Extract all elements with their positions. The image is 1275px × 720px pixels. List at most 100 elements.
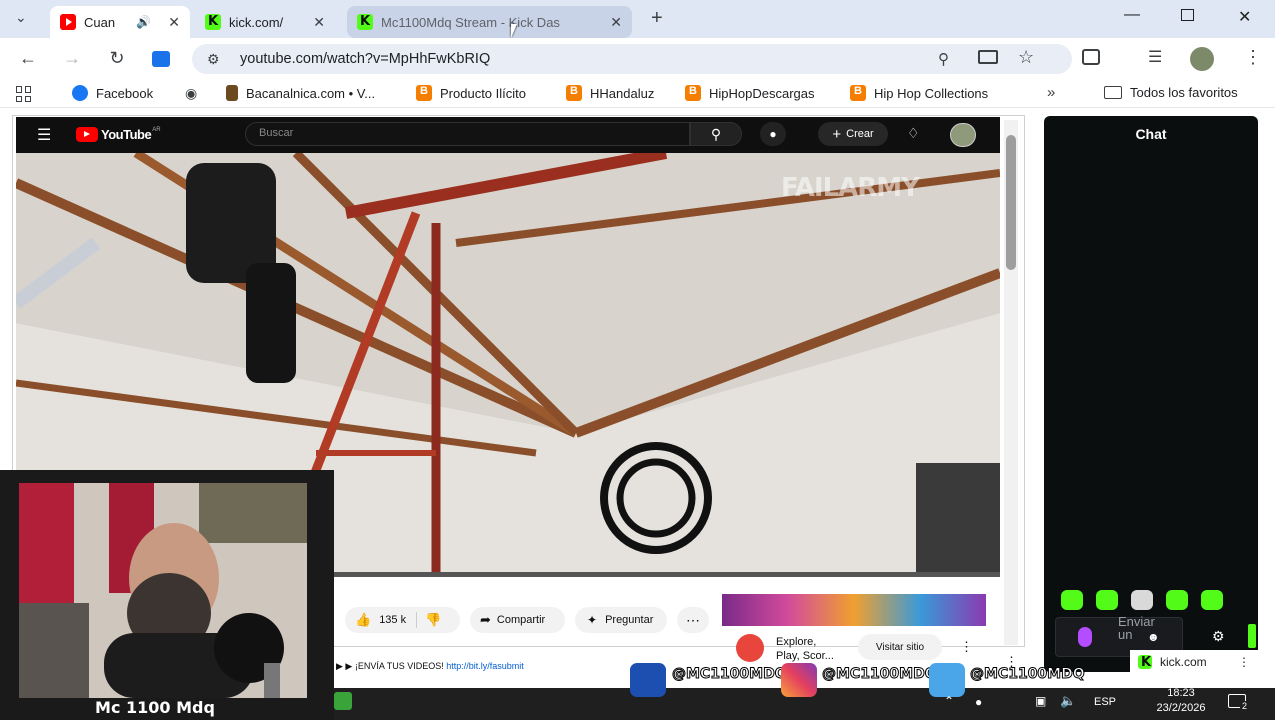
blogger-icon xyxy=(685,85,701,101)
youtube-search-input[interactable] xyxy=(245,122,690,146)
share-label: Compartir xyxy=(496,614,546,626)
all-bookmarks-folder[interactable]: Todos los favoritos xyxy=(1104,85,1238,100)
mic-button[interactable]: ● xyxy=(760,122,786,146)
tab-kick[interactable]: kick.com/ ✕ xyxy=(195,6,335,38)
youtube-logo[interactable]: YouTube AR xyxy=(76,127,161,142)
bookmark-bacanalnica[interactable]: Bacanalnica.com • V... xyxy=(226,85,375,101)
search-button[interactable]: ⚲ xyxy=(690,122,742,146)
close-icon[interactable]: ✕ xyxy=(168,14,180,31)
tab-youtube[interactable]: Cuan 🔊 ✕ xyxy=(50,6,190,38)
new-tab-button[interactable]: + xyxy=(651,7,663,30)
tab-strip xyxy=(0,0,1275,38)
restore-button[interactable] xyxy=(1181,9,1194,21)
emote-icon[interactable] xyxy=(1131,590,1153,610)
network-icon[interactable]: ▣ xyxy=(1035,694,1046,708)
bookmark-producto-ilicito[interactable]: Producto Ilícito xyxy=(416,85,526,101)
hamburger-icon[interactable]: ☰ xyxy=(37,125,51,145)
emote-icon[interactable] xyxy=(1061,590,1083,610)
apps-icon[interactable] xyxy=(16,86,32,102)
webcam-feed xyxy=(19,483,307,698)
more-bookmarks-icon[interactable]: » xyxy=(1047,84,1055,101)
kick-icon xyxy=(357,14,373,30)
minimize-button[interactable]: — xyxy=(1124,6,1140,24)
scrollbar-thumb[interactable] xyxy=(1006,135,1016,270)
tab-kick-dashboard[interactable]: Mc1100Mdq Stream - Kick Das ✕ xyxy=(347,6,632,38)
emote-icon[interactable] xyxy=(1096,590,1118,610)
bookmark-label: Facebook xyxy=(96,85,154,101)
like-count[interactable]: 135 k xyxy=(379,614,406,626)
bookmark-facebook[interactable]: Facebook xyxy=(72,85,153,101)
bookmark-label: Bacanalnica.com • V... xyxy=(246,85,376,101)
install-icon[interactable] xyxy=(978,50,998,64)
emote-icon[interactable] xyxy=(1166,590,1188,610)
emoji-icon[interactable]: ☻ xyxy=(1147,630,1160,644)
taskbar-app-icon[interactable] xyxy=(334,692,352,710)
ad-menu-icon[interactable]: ⋮ xyxy=(960,639,973,655)
share-button[interactable]: ➦ Compartir xyxy=(470,607,565,633)
description-text: ▶ ▶ ¡ENVÍA TUS VIDEOS! xyxy=(336,661,444,671)
speaker-icon[interactable]: 🔊 xyxy=(136,15,151,29)
bookmark-label: Hip Hop Collections xyxy=(874,85,989,101)
ad-line-2: Play, Scor... xyxy=(776,650,834,662)
clock[interactable]: 18:23 23/2/2026 xyxy=(1146,686,1216,716)
tab-search-icon[interactable]: ⌄ xyxy=(15,9,27,26)
bell-icon[interactable]: ♢ xyxy=(907,125,920,142)
streamer-name: Mc 1100 Mdq xyxy=(95,698,215,717)
bookmark-hhandaluz[interactable]: HHandaluz xyxy=(566,85,654,101)
blogger-icon xyxy=(850,85,866,101)
like-icon[interactable]: 👍 xyxy=(355,612,371,628)
extension-icon[interactable] xyxy=(152,51,170,67)
notifications-count: 2 xyxy=(1240,701,1250,711)
description-link[interactable]: http://bit.ly/fasubmit xyxy=(446,661,524,671)
more-icon[interactable]: ⋮ xyxy=(1238,655,1250,669)
search-icon: ⚲ xyxy=(710,126,722,142)
ad-text[interactable]: Explore, Play, Scor... xyxy=(776,635,834,663)
mouse-cursor-icon xyxy=(511,24,523,38)
settings-icon[interactable]: ⚙ xyxy=(1212,628,1225,645)
twitter-icon xyxy=(929,663,965,697)
create-button[interactable]: + Crear xyxy=(818,122,888,146)
bookmark-label: HipHopDescargas xyxy=(709,85,815,101)
ad-banner-image[interactable] xyxy=(722,594,986,626)
site-info-icon[interactable]: ⚙ xyxy=(207,51,220,68)
mic-icon: ● xyxy=(769,127,777,141)
video-progress-bar[interactable] xyxy=(333,572,1000,577)
close-window-button[interactable]: ✕ xyxy=(1238,7,1251,27)
close-icon[interactable]: ✕ xyxy=(313,14,325,31)
emote-icon[interactable] xyxy=(1201,590,1223,610)
dislike-icon[interactable]: 👎 xyxy=(425,612,441,628)
avatar[interactable] xyxy=(950,123,976,147)
media-control-icon[interactable]: ☰ xyxy=(1148,47,1162,67)
folder-icon xyxy=(1104,86,1122,99)
volume-icon[interactable]: 🔈 xyxy=(1060,693,1076,709)
avatar[interactable] xyxy=(1190,47,1214,71)
all-bookmarks-label: Todos los favoritos xyxy=(1130,85,1238,100)
search-placeholder: Buscar xyxy=(259,127,294,139)
mic-tray-icon[interactable]: ● xyxy=(975,695,982,709)
reload-icon[interactable]: ↻ xyxy=(105,48,129,69)
ad-logo[interactable] xyxy=(736,634,764,662)
tray-arrow-icon[interactable]: ⌃ xyxy=(944,694,954,708)
menu-icon[interactable]: ⋮ xyxy=(1244,47,1262,68)
social-handle-twitter: @MC1100MDQ xyxy=(970,666,1086,683)
extensions-icon[interactable] xyxy=(1082,49,1100,65)
bookmark-hiphopdescargas[interactable]: HipHopDescargas xyxy=(685,85,815,101)
share-icon: ➦ xyxy=(480,612,491,627)
language-indicator[interactable]: ESP xyxy=(1094,696,1116,708)
visit-site-button[interactable]: Visitar sitio xyxy=(858,634,942,660)
back-icon[interactable]: ← xyxy=(16,48,40,69)
globe-icon[interactable]: ◉ xyxy=(185,85,197,102)
tab-title: Mc1100Mdq Stream - Kick Das xyxy=(381,14,560,30)
star-icon[interactable]: ☆ xyxy=(1018,47,1034,68)
bookmark-hiphop-collections[interactable]: Hip Hop Collections xyxy=(850,85,988,101)
ask-button[interactable]: ✦ Preguntar xyxy=(575,607,667,633)
url-text[interactable]: youtube.com/watch?v=MpHhFwKbRIQ xyxy=(240,51,490,67)
youtube-icon xyxy=(76,127,98,142)
mic-icon[interactable] xyxy=(1078,627,1092,647)
more-actions-button[interactable]: ⋯ xyxy=(677,607,709,633)
close-icon[interactable]: ✕ xyxy=(610,14,622,31)
zoom-icon[interactable]: ⚲ xyxy=(938,50,949,68)
chat-send-button[interactable] xyxy=(1248,624,1256,648)
blogger-icon xyxy=(566,85,582,101)
forward-icon[interactable]: → xyxy=(60,48,84,69)
